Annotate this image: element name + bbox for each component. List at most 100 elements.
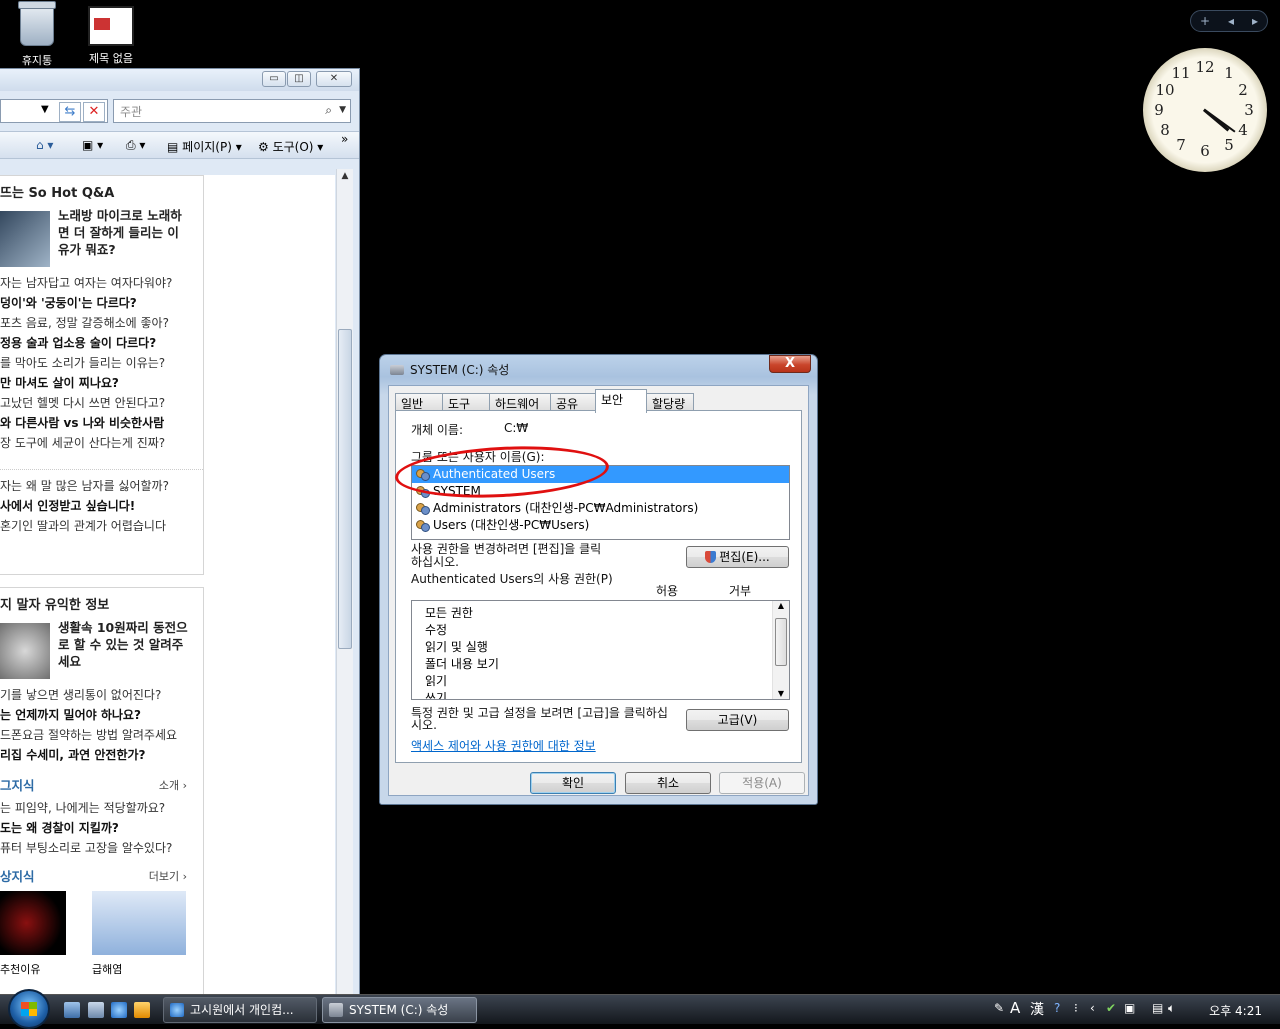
ie-quicklaunch-icon[interactable] [111,1002,127,1018]
list-item[interactable]: 사에서 인정받고 싶습니다! [0,496,203,516]
clock-number: 8 [1160,121,1170,139]
user-list-item[interactable]: Authenticated Users [412,466,789,483]
thumbnail-caption[interactable]: 추천이유 [0,961,40,977]
user-name: Administrators (대찬인생-PC₩Administrators) [433,501,699,515]
page-menu[interactable]: ▤ 페이지(P) ▾ [167,138,242,155]
list-item[interactable]: 만 마셔도 살이 찌나요? [0,373,203,393]
list-item[interactable]: 포츠 음료, 정말 갈증해소에 좋아? [0,313,203,333]
user-list-item[interactable]: SYSTEM [412,483,789,500]
list-item[interactable]: 리집 수세미, 과연 안전한가? [0,745,203,765]
list-item[interactable]: 덩이'와 '궁둥이'는 다르다? [0,293,203,313]
list-item[interactable]: 기를 낳으면 생리통이 없어진다? [0,685,203,705]
tray-app-icon[interactable]: ▣ [1124,1001,1135,1015]
more-link[interactable]: 소개 › [159,777,187,793]
address-dropdown-icon[interactable]: ▼ [41,104,49,115]
list-item[interactable]: 는 피임약, 나에게는 적당할까요? [0,798,203,818]
print-icon[interactable]: ⎙ ▾ [126,138,145,153]
search-dropdown-icon[interactable]: ▼ [339,105,346,115]
video-thumbnail[interactable] [92,891,186,955]
add-gadget-icon[interactable]: + [1200,14,1210,28]
search-placeholder: 주관 [120,105,143,119]
permission-scrollbar[interactable]: ▲ ▼ [772,601,789,699]
tools-menu[interactable]: ⚙ 도구(O) ▾ [258,138,323,155]
list-item[interactable]: 혼기인 딸과의 관계가 어렵습니다 [0,516,203,536]
list-item[interactable]: 자는 왜 말 많은 남자를 싫어할까? [0,476,203,496]
feature-text[interactable]: 노래방 마이크로 노래하면 더 잘하게 들리는 이유가 뭐죠? [58,207,188,258]
close-button[interactable]: X [769,355,811,373]
clock-number: 1 [1224,64,1234,82]
vertical-scrollbar[interactable]: ▲ [336,169,353,997]
list-item[interactable]: 와 다른사람 vs 나와 비슷한사람 [0,413,203,433]
tab-security[interactable]: 보안 [595,389,647,413]
apply-button[interactable]: 적용(A) [719,772,805,794]
user-list-item[interactable]: Administrators (대찬인생-PC₩Administrators) [412,500,789,517]
list-item[interactable]: 드폰요금 절약하는 방법 알려주세요 [0,725,203,745]
desktop-icon-untitled[interactable]: 제목 없음 [76,4,146,66]
window-titlebar[interactable]: ▭ ◫ ✕ [0,69,359,91]
more-link-label: 소개 [158,779,180,792]
clock-gadget[interactable]: 12 1 2 3 4 5 6 7 8 9 10 11 [1143,48,1267,172]
advanced-button[interactable]: 고급(V) [686,709,789,731]
volume-icon[interactable]: 🔈︎ [1168,1001,1175,1016]
list-item[interactable]: 퓨터 부팅소리로 고장을 알수있다? [0,838,203,858]
feature-text[interactable]: 생활속 10원짜리 동전으로 할 수 있는 것 알려주세요 [58,619,188,670]
taskbar-item-ie[interactable]: 고시원에서 개인컴... [163,997,317,1023]
list-item[interactable]: 를 막아도 소리가 들리는 이유는? [0,353,203,373]
permission-item: 수정 [425,623,448,637]
sidebar-gadget-controls[interactable]: + ◂ ▸ [1190,10,1268,32]
feeds-icon[interactable]: ▣ ▾ [82,138,103,152]
video-thumbnail[interactable] [0,891,66,955]
feature-item[interactable]: 생활속 10원짜리 동전으로 할 수 있는 것 알려주세요 [0,619,203,679]
list-item[interactable]: 장 도구에 세균이 산다는게 진짜? [0,433,203,453]
list-item[interactable]: 고났던 헬멧 다시 쓰면 안된다고? [0,393,203,413]
cancel-button[interactable]: 취소 [625,772,711,794]
show-desktop-icon[interactable] [64,1002,80,1018]
list-item[interactable]: 자는 남자답고 여자는 여자다워야? [0,273,203,293]
user-list-item[interactable]: Users (대찬인생-PC₩Users) [412,517,789,534]
chevron-icon[interactable]: » [341,132,348,146]
media-player-icon[interactable] [134,1002,150,1018]
refresh-icon[interactable]: ⇆ [59,102,81,122]
switch-windows-icon[interactable] [88,1002,104,1018]
help-link[interactable]: 액세스 제어와 사용 권한에 대한 정보 [411,737,596,754]
network-icon[interactable]: ▤ [1152,1001,1163,1015]
clock-time[interactable]: 오후 4:21 [1209,1002,1262,1019]
more-link[interactable]: 더보기 › [149,868,187,884]
previous-icon[interactable]: ◂ [1228,14,1234,28]
hanja-mode[interactable]: 漢 [1030,999,1044,1019]
minimize-button[interactable]: ▭ [262,71,286,87]
ime-mode[interactable]: A [1010,999,1020,1017]
language-bar-icon[interactable]: ✎ [994,1001,1004,1015]
scroll-down-icon[interactable]: ▼ [773,689,789,698]
stop-icon[interactable]: ✕ [83,102,105,122]
feature-item[interactable]: 노래방 마이크로 노래하면 더 잘하게 들리는 이유가 뭐죠? [0,207,203,267]
address-bar[interactable]: ▼ ⇆ ✕ [0,99,108,123]
close-button[interactable]: ✕ [316,71,352,87]
scroll-up-icon[interactable]: ▲ [773,601,789,610]
user-list[interactable]: Authenticated Users SYSTEM Administrator… [411,465,790,540]
desktop-icon-recycle-bin[interactable]: 휴지통 [2,1,72,68]
search-input[interactable]: 주관 ⌕ ▼ [113,99,351,123]
start-button[interactable] [8,989,50,1029]
tray-expand-icon[interactable]: ‹ [1090,1001,1095,1015]
list-item[interactable]: 도는 왜 경찰이 지킬까? [0,818,203,838]
search-icon[interactable]: ⌕ [325,103,332,118]
home-icon[interactable]: ⌂ ▾ [36,138,53,152]
scroll-up-icon[interactable]: ▲ [337,171,353,185]
ime-options-icon[interactable]: ⁝ [1074,1001,1078,1015]
list-item[interactable]: 는 언제까지 밀어야 하나요? [0,705,203,725]
edit-button[interactable]: 편집(E)... [686,546,789,568]
list-item[interactable]: 정용 술과 업소용 술이 다르다? [0,333,203,353]
next-icon[interactable]: ▸ [1252,14,1258,28]
ok-button[interactable]: 확인 [530,772,616,794]
section-title: 그지식 [0,778,35,793]
help-icon[interactable]: ? [1054,1001,1060,1015]
taskbar-item-properties[interactable]: SYSTEM (C:) 속성 [322,997,477,1023]
security-status-icon[interactable]: ✔ [1106,1001,1116,1015]
dialog-titlebar[interactable]: SYSTEM (C:) 속성 [390,361,509,378]
scrollbar-thumb[interactable] [338,329,352,649]
scrollbar-thumb[interactable] [775,618,787,666]
thumbnail-caption[interactable]: 급해염 [92,961,122,977]
maximize-button[interactable]: ◫ [287,71,311,87]
permission-list[interactable]: 모든 권한 수정 읽기 및 실행 폴더 내용 보기 읽기 쓰기 ▲ ▼ [411,600,790,700]
